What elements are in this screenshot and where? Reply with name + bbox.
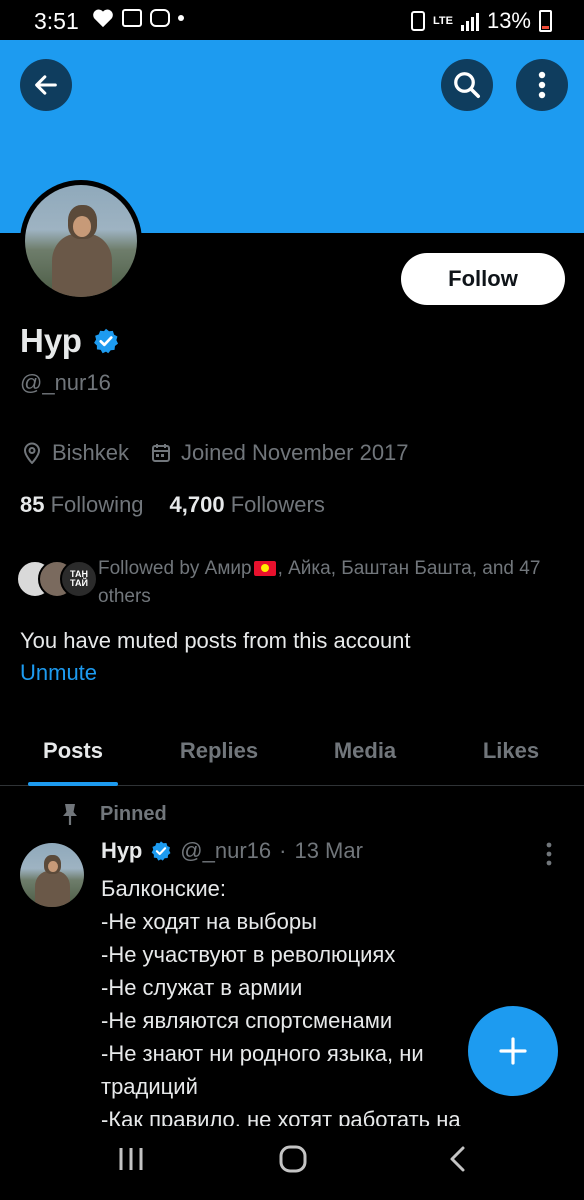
profile-stats: 85 Following 4,700 Followers bbox=[20, 492, 325, 518]
heart-icon bbox=[93, 9, 113, 28]
profile-name: Нур bbox=[20, 322, 82, 359]
avatar: ТАН ТАЙ bbox=[60, 560, 98, 598]
battery-icon bbox=[539, 10, 552, 32]
home-button[interactable] bbox=[278, 1144, 308, 1179]
tweet-header: Нур @_nur16 · 13 Mar bbox=[101, 838, 363, 864]
tab-likes[interactable]: Likes bbox=[438, 718, 584, 785]
followed-by-avatars: ТАН ТАЙ bbox=[16, 556, 98, 600]
unmute-link[interactable]: Unmute bbox=[20, 660, 97, 686]
tweet-date: 13 Mar bbox=[294, 838, 363, 863]
battery-saver-icon bbox=[410, 11, 425, 31]
profile-avatar[interactable] bbox=[20, 180, 142, 302]
notification-dot bbox=[178, 15, 184, 21]
status-bar: 3:51 LTE 13% bbox=[0, 0, 584, 40]
tweet-line: -Не являются спортсменами bbox=[101, 1008, 393, 1033]
tab-replies[interactable]: Replies bbox=[146, 718, 292, 785]
compose-button[interactable] bbox=[468, 1006, 558, 1096]
tweet-author-name[interactable]: Нур bbox=[101, 838, 142, 864]
profile-joined: Joined November 2017 bbox=[181, 440, 409, 465]
profile-location: Bishkek bbox=[52, 440, 130, 465]
followed-by[interactable]: ТАН ТАЙ Followed by Амир, Айка, Баштан Б… bbox=[16, 556, 564, 611]
tweet-line: -Как правило, не хотят работать на bbox=[101, 1107, 461, 1128]
home-icon bbox=[279, 1145, 307, 1173]
followers-stat[interactable]: 4,700 Followers bbox=[170, 492, 325, 518]
tweet-separator: · bbox=[279, 838, 287, 863]
pinned-indicator: Pinned bbox=[60, 802, 167, 826]
tweet-author-handle: @_nur16 bbox=[180, 838, 272, 863]
more-vertical-icon bbox=[538, 71, 546, 99]
system-nav-bar bbox=[0, 1126, 584, 1200]
muted-notice: You have muted posts from this account bbox=[20, 628, 411, 653]
tweet-more-button[interactable] bbox=[545, 842, 553, 871]
signal-icon bbox=[460, 11, 479, 31]
tweet-line: -Не служат в армии bbox=[101, 975, 303, 1000]
tweet-line: -Не ходят на выборы bbox=[101, 909, 317, 934]
verified-badge-icon bbox=[151, 841, 171, 861]
following-label: Following bbox=[50, 492, 144, 517]
plus-icon bbox=[499, 1037, 527, 1065]
more-options-button[interactable] bbox=[516, 59, 568, 111]
back-nav-button[interactable] bbox=[446, 1144, 470, 1179]
followers-count: 4,700 bbox=[169, 492, 225, 517]
arrow-left-icon bbox=[35, 75, 57, 95]
follow-button[interactable]: Follow bbox=[401, 253, 565, 305]
tweet-line: -Не участвуют в революциях bbox=[101, 942, 396, 967]
pinned-label: Pinned bbox=[100, 802, 167, 825]
followed-by-prefix: Followed by Амир bbox=[98, 558, 252, 579]
followers-label: Followers bbox=[230, 492, 325, 517]
tab-posts[interactable]: Posts bbox=[0, 718, 146, 786]
following-count: 85 bbox=[20, 492, 45, 517]
profile-tabs: Posts Replies Media Likes bbox=[0, 718, 584, 786]
tab-media[interactable]: Media bbox=[292, 718, 438, 785]
verified-badge-icon[interactable] bbox=[92, 327, 120, 355]
more-vertical-icon bbox=[546, 842, 552, 866]
search-icon bbox=[454, 72, 480, 98]
tweet-text: Балконские: -Не ходят на выборы -Не учас… bbox=[101, 872, 521, 1128]
back-icon bbox=[450, 1146, 465, 1172]
kyrgyzstan-flag-icon bbox=[253, 561, 276, 576]
recent-apps-icon bbox=[119, 1148, 143, 1170]
status-time: 3:51 bbox=[34, 8, 79, 34]
calendar-icon bbox=[152, 444, 171, 462]
search-button[interactable] bbox=[441, 59, 493, 111]
gallery-icon bbox=[122, 9, 142, 27]
instagram-icon bbox=[150, 9, 170, 27]
back-button[interactable] bbox=[20, 59, 72, 111]
lte-icon: LTE bbox=[432, 15, 453, 27]
recent-apps-button[interactable] bbox=[116, 1144, 146, 1179]
tweet-line: Балконские: bbox=[101, 876, 227, 901]
profile-name-row: Нур bbox=[20, 322, 120, 360]
followed-by-text: Followed by Амир, Айка, Баштан Башта, an… bbox=[98, 555, 564, 611]
tweet-avatar[interactable] bbox=[20, 843, 84, 907]
profile-meta: Bishkek Joined November 2017 bbox=[22, 440, 431, 466]
battery-percent: 13% bbox=[486, 8, 531, 33]
system-icons: LTE 13% bbox=[410, 8, 552, 34]
tweet-line: -Не знают ни родного языка, ни традиций bbox=[101, 1041, 424, 1099]
location-pin-icon bbox=[23, 442, 41, 464]
pin-icon bbox=[63, 804, 77, 825]
profile-handle: @_nur16 bbox=[20, 370, 111, 395]
following-stat[interactable]: 85 Following bbox=[20, 492, 144, 518]
notification-icons bbox=[92, 8, 184, 28]
